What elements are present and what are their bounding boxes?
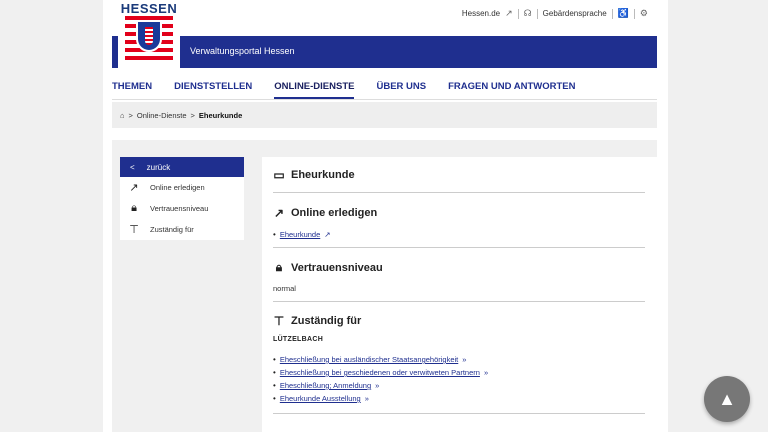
divider xyxy=(273,413,645,414)
nav-online-dienste[interactable]: ONLINE-DIENSTE xyxy=(274,81,355,99)
responsible-link[interactable]: Eheurkunde Ausstellung xyxy=(280,394,361,403)
external-link-icon: ↗ xyxy=(273,206,285,220)
gear-icon[interactable]: ⚙ xyxy=(640,8,648,19)
portal-title: Verwaltungsportal Hessen xyxy=(190,46,295,56)
nav-underline xyxy=(112,99,657,100)
external-link-icon: ↗ xyxy=(505,8,513,18)
list-item: • Eheschließung bei geschiedenen oder ve… xyxy=(273,366,646,379)
chevron-left-icon: < xyxy=(130,162,135,172)
divider xyxy=(633,8,635,19)
chevron-right-icon: » xyxy=(364,394,369,403)
signpost-icon: ⊤ xyxy=(273,314,285,328)
chevron-right-icon: » xyxy=(375,381,380,390)
responsible-link[interactable]: Eheschließung; Anmeldung xyxy=(280,381,371,390)
accessibility-icon[interactable]: ♿ xyxy=(618,8,629,19)
list-item: • Eheschließung bei ausländischer Staats… xyxy=(273,353,646,366)
list-item: • Eheurkunde Ausstellung » xyxy=(273,392,646,405)
sidebar-item-trust[interactable]: 🔒︎ Vertrauensniveau xyxy=(120,198,244,219)
nav-themen[interactable]: THEMEN xyxy=(112,81,152,99)
breadcrumb: ⌂ > Online-Dienste > Eheurkunde xyxy=(112,102,657,128)
municipality: LÜTZELBACH xyxy=(273,336,324,343)
sidebar-item-label: Online erledigen xyxy=(150,183,205,192)
easy-language-icon[interactable]: ☊ xyxy=(524,8,532,19)
nav-ueber-uns[interactable]: ÜBER UNS xyxy=(376,81,426,99)
section-online: ↗ Online erledigen xyxy=(273,206,646,220)
sign-language-link[interactable]: Gebärdensprache xyxy=(543,9,607,18)
breadcrumb-sep: > xyxy=(190,110,195,120)
breadcrumb-online-dienste[interactable]: Online-Dienste xyxy=(137,111,187,120)
list-item: • Eheurkunde ↗ xyxy=(273,228,646,241)
external-link-icon: ↗ xyxy=(324,230,331,239)
bullet: • xyxy=(273,230,276,239)
chevron-right-icon: » xyxy=(483,368,489,377)
bullet: • xyxy=(273,368,276,377)
section-trust: 🔒︎ Vertrauensniveau xyxy=(273,260,646,275)
chevron-right-icon: » xyxy=(462,355,467,364)
divider xyxy=(273,192,645,193)
main-nav: THEMEN DIENSTSTELLEN ONLINE-DIENSTE ÜBER… xyxy=(112,81,657,99)
top-links: Hessen.de ↗ ☊ Gebärdensprache ♿ ⚙ xyxy=(462,8,648,19)
bullet: • xyxy=(273,394,276,403)
responsible-list: • Eheschließung bei ausländischer Staats… xyxy=(273,353,646,405)
responsible-link[interactable]: Eheschließung bei geschiedenen oder verw… xyxy=(280,368,480,377)
divider xyxy=(517,8,519,19)
external-link-icon: ↗ xyxy=(129,182,139,194)
section-responsible: ⊤ Zuständig für xyxy=(273,314,646,328)
sidebar-item-label: Vertrauensniveau xyxy=(150,204,209,213)
home-icon[interactable]: ⌂ xyxy=(120,111,125,120)
list-item: • Eheschließung; Anmeldung » xyxy=(273,379,646,392)
divider xyxy=(536,8,538,19)
lock-icon: 🔒︎ xyxy=(275,260,283,274)
divider xyxy=(611,8,613,19)
page-title: ▭ Eheurkunde xyxy=(273,168,646,182)
sidebar-item-label: Zuständig für xyxy=(150,225,194,234)
nav-dienststellen[interactable]: DIENSTSTELLEN xyxy=(174,81,252,99)
monitor-icon: ▭ xyxy=(273,168,285,182)
section-heading: Online erledigen xyxy=(291,207,378,219)
section-heading: Zuständig für xyxy=(291,315,362,327)
section-heading: Vertrauensniveau xyxy=(291,261,383,274)
breadcrumb-current: Eheurkunde xyxy=(198,110,243,120)
signpost-icon: ⊤ xyxy=(129,224,139,236)
divider xyxy=(273,247,645,248)
divider xyxy=(273,301,645,302)
responsible-link[interactable]: Eheschließung bei ausländischer Staatsan… xyxy=(280,355,458,364)
portal-banner: Verwaltungsportal Hessen xyxy=(112,36,657,68)
nav-fragen[interactable]: FRAGEN UND ANTWORTEN xyxy=(448,81,575,99)
trust-value: normal xyxy=(273,284,296,293)
sidebar: < zurück ↗ Online erledigen 🔒︎ Vertrauen… xyxy=(120,157,244,240)
main-content: ▭ Eheurkunde ↗ Online erledigen • Eheurk… xyxy=(262,157,657,432)
scroll-to-top-button[interactable]: ▲ xyxy=(704,376,750,422)
sidebar-item-responsible[interactable]: ⊤ Zuständig für xyxy=(120,219,244,240)
bullet: • xyxy=(273,381,276,390)
logo-text: HESSEN xyxy=(120,1,178,16)
lock-icon: 🔒︎ xyxy=(131,202,137,214)
page-title-text: Eheurkunde xyxy=(291,169,355,181)
chevron-up-icon: ▲ xyxy=(718,388,736,409)
back-button[interactable]: < zurück xyxy=(120,157,244,177)
coat-of-arms-icon xyxy=(136,20,162,52)
sidebar-item-online[interactable]: ↗ Online erledigen xyxy=(120,177,244,198)
back-label: zurück xyxy=(146,162,171,172)
eheurkunde-link[interactable]: Eheurkunde xyxy=(280,230,320,239)
breadcrumb-sep: > xyxy=(128,110,133,120)
hessen-logo[interactable]: HESSEN xyxy=(118,0,180,68)
bullet: • xyxy=(273,355,276,364)
hessen-link[interactable]: Hessen.de xyxy=(462,9,500,18)
